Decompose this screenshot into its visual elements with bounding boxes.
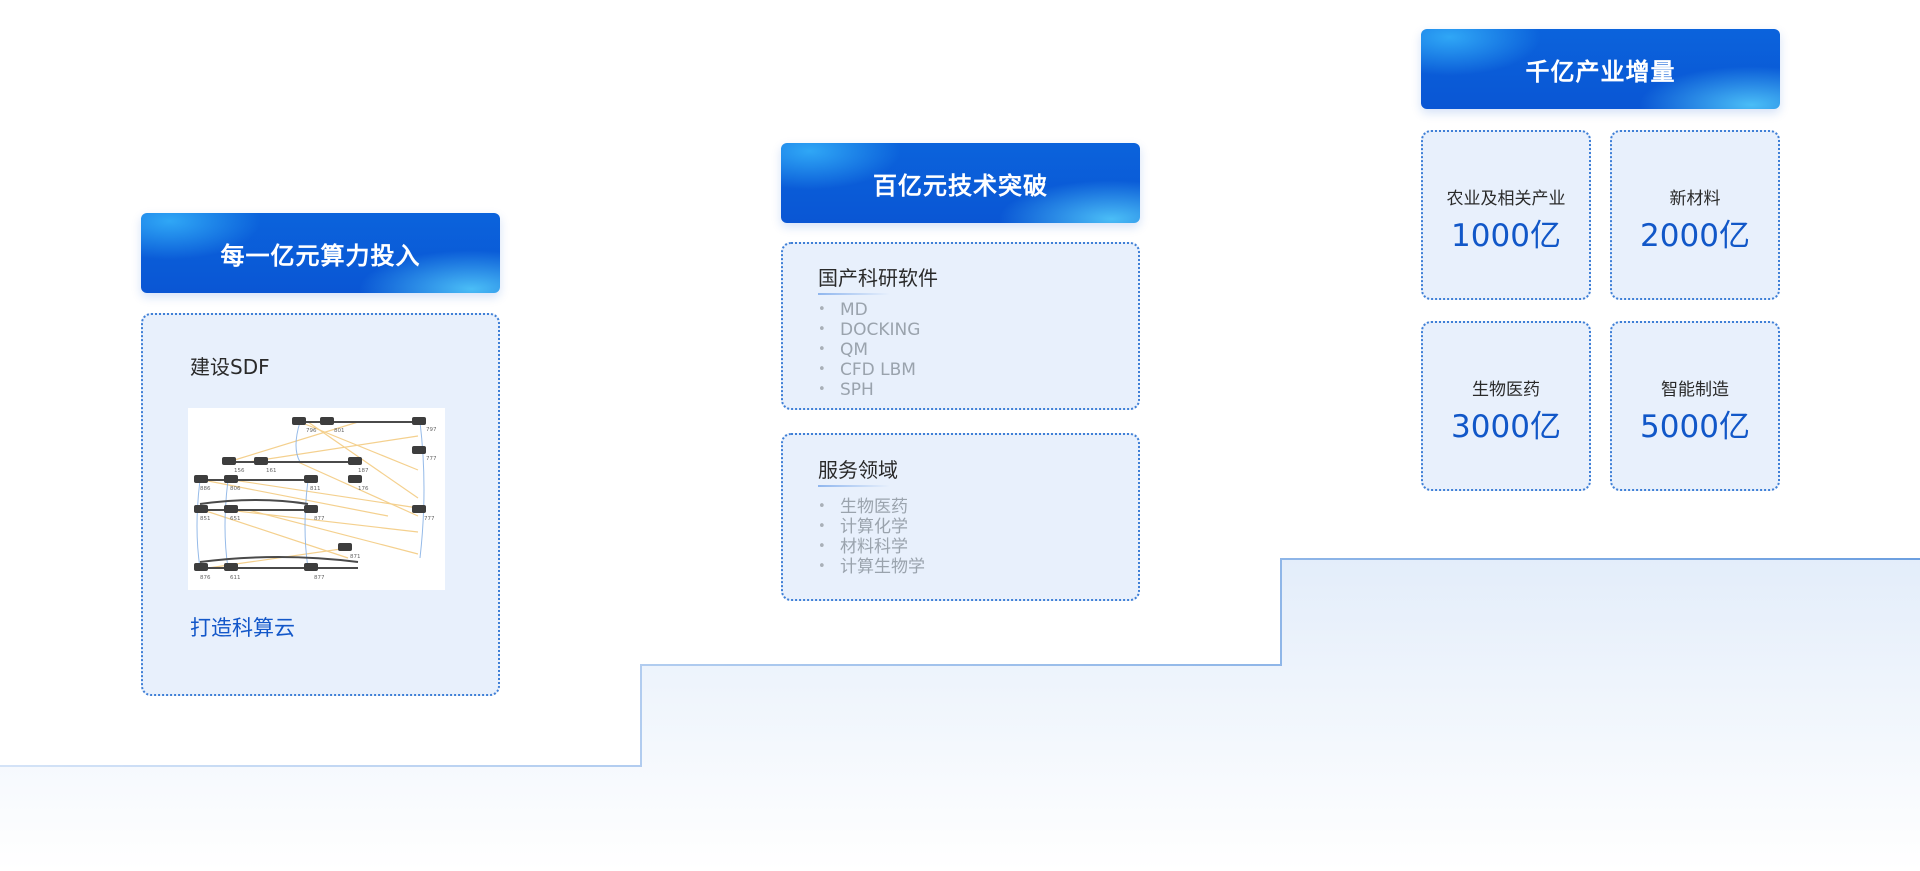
industry-card-biomedicine: 生物医药 3000亿 xyxy=(1421,321,1591,491)
svg-text:877: 877 xyxy=(314,516,325,522)
services-title: 服务领域 xyxy=(818,458,898,482)
sdf-title: 建设SDF xyxy=(190,355,270,379)
industry-card-new-materials: 新材料 2000亿 xyxy=(1610,130,1780,300)
industry-card-agriculture: 农业及相关产业 1000亿 xyxy=(1421,130,1591,300)
svg-text:796: 796 xyxy=(306,428,317,434)
science-cloud-link[interactable]: 打造科算云 xyxy=(190,612,295,642)
header-investment: 每一亿元算力投入 xyxy=(141,213,500,293)
svg-text:187: 187 xyxy=(358,468,369,474)
topology-diagram: 796 801 797 777 156 161 187 886 806 811 … xyxy=(194,417,437,581)
svg-text:851: 851 xyxy=(200,516,211,522)
staircase-infographic: 每一亿元算力投入 建设SDF 796 801 797 777 156 161 1… xyxy=(0,0,1920,871)
sdf-topology-image: 796 801 797 777 156 161 187 886 806 811 … xyxy=(188,408,445,590)
card-value: 5000亿 xyxy=(1640,409,1750,445)
card-label: 新材料 xyxy=(1669,189,1721,209)
svg-text:156: 156 xyxy=(234,468,245,474)
software-item: MD xyxy=(818,300,920,320)
software-title-underline xyxy=(818,293,890,295)
card-value: 1000亿 xyxy=(1451,218,1561,254)
svg-text:877: 877 xyxy=(314,575,325,581)
svg-text:777: 777 xyxy=(424,516,435,522)
svg-text:871: 871 xyxy=(350,554,361,560)
software-item: QM xyxy=(818,340,920,360)
svg-text:161: 161 xyxy=(266,468,277,474)
header-tech-breakthrough: 百亿元技术突破 xyxy=(781,143,1140,223)
card-label: 农业及相关产业 xyxy=(1446,189,1566,209)
svg-text:801: 801 xyxy=(334,428,345,434)
svg-text:176: 176 xyxy=(358,486,369,492)
svg-text:611: 611 xyxy=(230,575,241,581)
services-item: 计算生物学 xyxy=(818,557,925,577)
svg-text:777: 777 xyxy=(426,456,437,462)
card-label: 智能制造 xyxy=(1661,380,1729,400)
software-title: 国产科研软件 xyxy=(818,266,938,290)
industry-card-smart-manufacturing: 智能制造 5000亿 xyxy=(1610,321,1780,491)
software-list: MD DOCKING QM CFD LBM SPH xyxy=(818,300,920,400)
services-item: 材料科学 xyxy=(818,537,925,557)
svg-text:806: 806 xyxy=(230,486,241,492)
software-item: DOCKING xyxy=(818,320,920,340)
svg-text:876: 876 xyxy=(200,575,211,581)
services-item: 生物医药 xyxy=(818,497,925,517)
services-item: 计算化学 xyxy=(818,517,925,537)
svg-text:797: 797 xyxy=(426,427,437,433)
svg-text:811: 811 xyxy=(310,486,321,492)
card-value: 3000亿 xyxy=(1451,409,1561,445)
services-list: 生物医药 计算化学 材料科学 计算生物学 xyxy=(818,497,925,577)
svg-text:886: 886 xyxy=(200,486,211,492)
svg-text:651: 651 xyxy=(230,516,241,522)
card-value: 2000亿 xyxy=(1640,218,1750,254)
software-item: CFD LBM xyxy=(818,360,920,380)
software-item: SPH xyxy=(818,380,920,400)
services-title-underline xyxy=(818,485,890,487)
header-industry-increment: 千亿产业增量 xyxy=(1421,29,1780,109)
card-label: 生物医药 xyxy=(1472,380,1540,400)
